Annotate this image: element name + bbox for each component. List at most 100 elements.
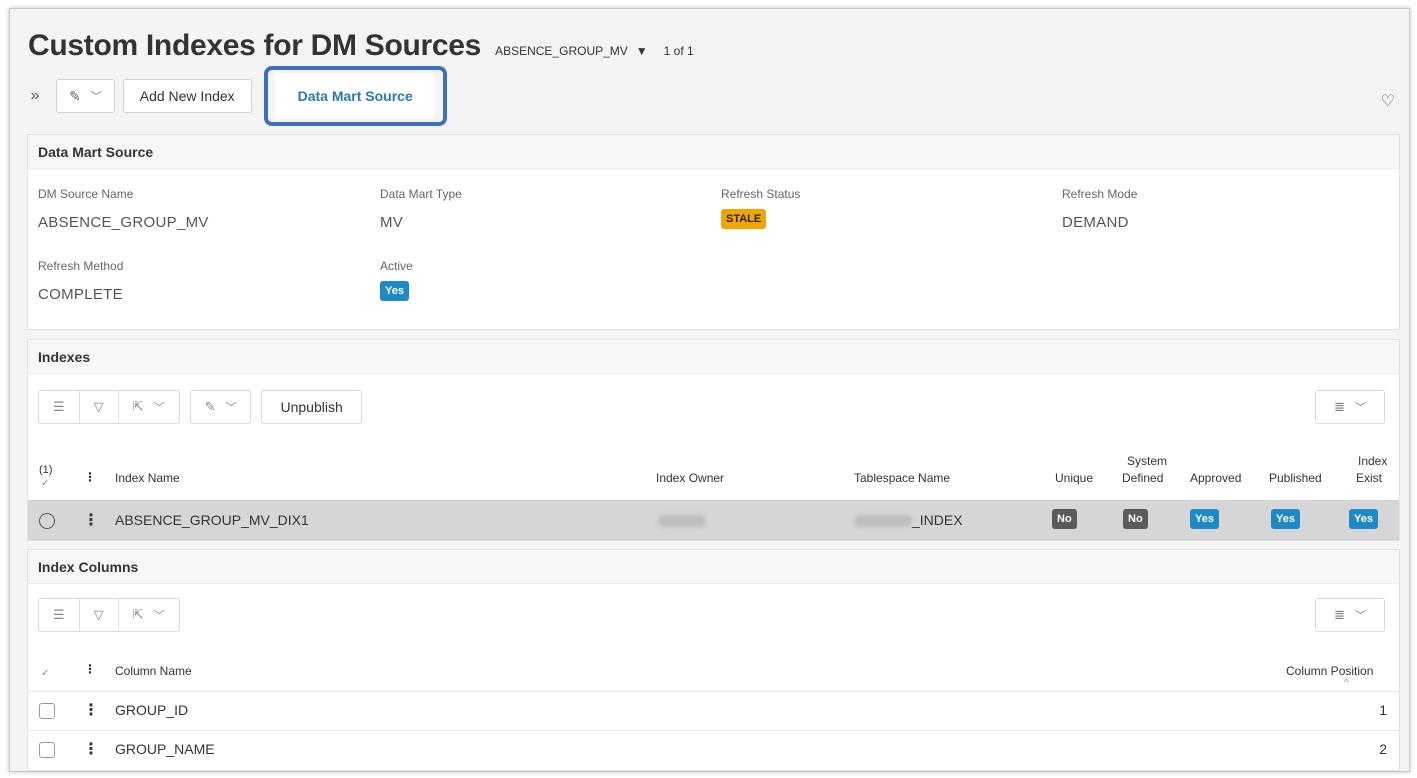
edit-menu-button[interactable]: ✎ ﹀ [189,390,252,424]
row-checkbox[interactable] [39,513,55,529]
col-system-defined-line1[interactable]: System [1127,454,1167,468]
export-icon: ⇱ [132,399,144,414]
lines-icon: ≣ [1334,399,1345,414]
active-field: Active Yes [380,259,413,301]
unique-badge: No [1052,509,1077,529]
redacted-owner [658,515,706,528]
row-menu-icon[interactable]: ⋮ [83,510,99,530]
table-row[interactable]: ⋮ ABSENCE_GROUP_MV_DIX1 _INDEX No No Yes… [28,500,1399,540]
column-menu-icon[interactable]: ⋮ [84,470,96,484]
select-all-check-icon[interactable]: ✓ [41,478,49,489]
panel-title: Index Columns [28,550,1399,584]
panel-title: Indexes [28,340,1399,374]
field-label: Refresh Method [38,259,124,273]
row-checkbox[interactable] [39,703,55,719]
highlight-box: Data Mart Source [263,66,447,126]
approved-badge: Yes [1190,509,1219,529]
field-value: COMPLETE [38,286,123,303]
export-icon: ⇱ [132,607,144,622]
lines-icon: ≣ [1334,607,1345,622]
record-count: 1 of 1 [663,44,694,58]
pen-icon: ✎ [69,87,81,104]
system-defined-badge: No [1123,509,1148,529]
index-exist-badge: Yes [1349,509,1378,529]
column-settings-button[interactable]: ≣ ﹀ [1315,598,1385,632]
sort-ascending-icon[interactable]: ^ [1344,677,1348,687]
filter-icon[interactable]: ▽ [80,599,119,631]
field-label: Active [380,259,413,273]
field-label: Refresh Status [721,187,801,201]
list-view-icon[interactable]: ☰ [39,599,80,631]
caret-down-icon[interactable]: ▼ [636,44,648,58]
table-row[interactable]: ⋮ GROUP_NAME 2 [28,730,1399,768]
record-selector-value: ABSENCE_GROUP_MV [495,44,628,58]
export-menu[interactable]: ⇱ ﹀ [119,599,179,631]
col-unique[interactable]: Unique [1055,471,1093,485]
col-column-name[interactable]: Column Name [115,664,192,678]
column-settings-button[interactable]: ≣ ﹀ [1315,390,1385,424]
indexes-list-toolbar: ☰ ▽ ⇱ ﹀ ✎ ﹀ Unpublish [38,390,362,424]
dm-source-name-field: DM Source Name ABSENCE_GROUP_MV [38,187,209,231]
col-approved[interactable]: Approved [1190,471,1241,485]
col-published[interactable]: Published [1269,471,1322,485]
index-columns-list-toolbar: ☰ ▽ ⇱ ﹀ [38,598,180,632]
edit-menu[interactable]: ✎ ﹀ [191,391,251,423]
table-row[interactable]: ⋮ GROUP_ID 1 [28,691,1399,729]
index-columns-panel: Index Columns ☰ ▽ ⇱ ﹀ ≣ ﹀ ✓ ⋮ Column Name … [27,549,1400,771]
col-system-defined-line2[interactable]: Defined [1122,471,1163,485]
tablespace-name-cell: _INDEX [854,512,963,528]
index-name-cell: ABSENCE_GROUP_MV_DIX1 [115,512,309,528]
field-label: Refresh Mode [1062,187,1138,201]
list-tools-group: ☰ ▽ ⇱ ﹀ [38,598,180,632]
column-name-cell: GROUP_NAME [115,741,215,757]
refresh-status-field: Refresh Status STALE [721,187,800,229]
col-index-exist-line2[interactable]: Exist [1356,471,1382,485]
data-mart-type-field: Data Mart Type MV [380,187,462,231]
field-label: Data Mart Type [380,187,462,201]
list-view-icon[interactable]: ☰ [39,391,80,423]
index-owner-cell [658,512,706,528]
list-tools-group: ☰ ▽ ⇱ ﹀ [38,390,180,424]
row-checkbox[interactable] [39,742,55,758]
col-tablespace-name[interactable]: Tablespace Name [854,471,950,485]
add-new-index-button[interactable]: Add New Index [122,79,252,113]
selected-count: (1) [39,464,53,476]
export-menu[interactable]: ⇱ ﹀ [119,391,179,423]
expand-navigator-icon[interactable]: » [22,87,48,105]
col-index-owner[interactable]: Index Owner [656,471,724,485]
chevron-down-icon: ﹀ [90,91,102,103]
column-name-cell: GROUP_ID [115,702,189,718]
actions-menu-button[interactable]: ✎ ﹀ [56,79,115,113]
pen-icon: ✎ [204,399,216,414]
field-value: MV [380,214,404,231]
panel-title: Data Mart Source [28,135,1399,169]
row-menu-icon[interactable]: ⋮ [83,739,99,759]
chevron-down-icon: ﹀ [153,610,165,622]
filter-icon[interactable]: ▽ [80,391,119,423]
refresh-method-field: Refresh Method COMPLETE [38,259,123,303]
column-position-cell: 1 [1379,702,1387,718]
page-frame: Custom Indexes for DM Sources ABSENCE_GR… [9,8,1410,772]
chevron-down-icon: ﹀ [225,402,237,414]
record-selector[interactable]: ABSENCE_GROUP_MV ▼ [495,44,648,58]
page-toolbar: » ✎ ﹀ Add New Index Data Mart Source [22,66,447,126]
refresh-mode-field: Refresh Mode DEMAND [1062,187,1137,231]
col-index-name[interactable]: Index Name [115,471,180,485]
status-badge: STALE [721,209,767,229]
favorite-heart-icon[interactable]: ♡ [1381,91,1395,111]
indexes-panel: Indexes ☰ ▽ ⇱ ﹀ ✎ ﹀ Unpublish ≣ ﹀ (1) ✓ ⋮ I… [27,339,1400,541]
col-index-exist-line1[interactable]: Index [1358,454,1387,468]
redacted-tablespace-prefix [854,515,912,528]
field-value: ABSENCE_GROUP_MV [38,214,209,231]
column-position-cell: 2 [1379,741,1387,757]
data-mart-source-button[interactable]: Data Mart Source [275,73,436,119]
column-menu-icon[interactable]: ⋮ [84,662,96,676]
col-column-position[interactable]: Column Position [1286,664,1373,678]
field-label: DM Source Name [38,187,134,201]
unpublish-button[interactable]: Unpublish [261,390,362,424]
active-badge: Yes [380,281,409,301]
row-menu-icon[interactable]: ⋮ [83,700,99,720]
published-badge: Yes [1271,509,1300,529]
page-title: Custom Indexes for DM Sources [28,29,482,62]
select-all-check-icon[interactable]: ✓ [41,668,49,679]
